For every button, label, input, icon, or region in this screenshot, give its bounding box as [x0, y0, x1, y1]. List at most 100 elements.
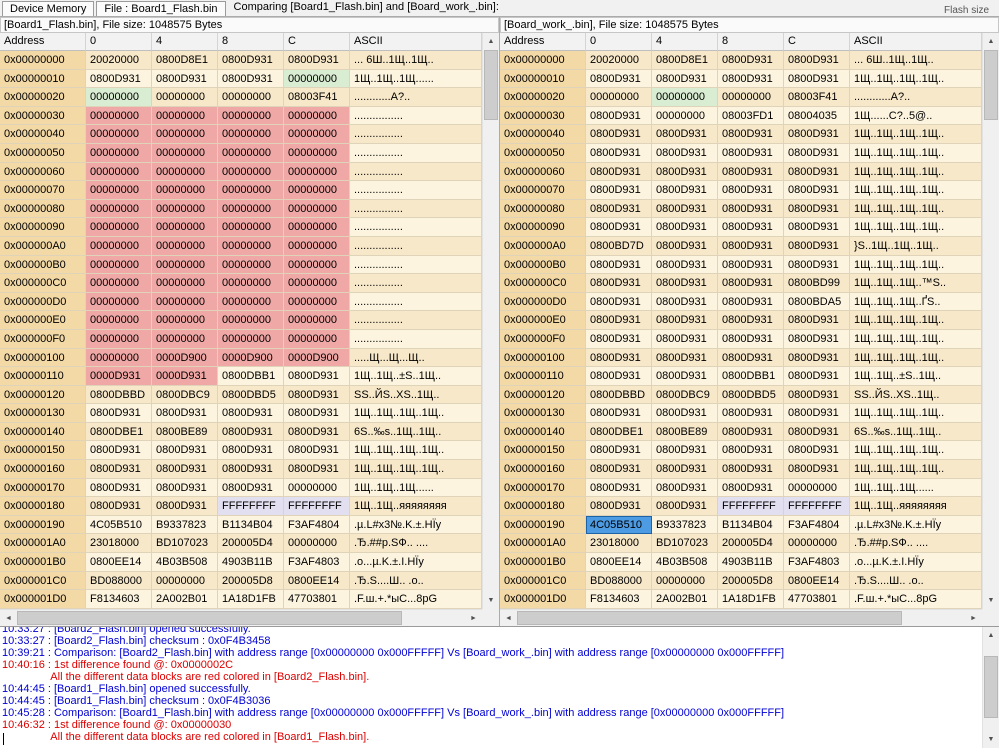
hex-cell[interactable]: 0800EE14: [784, 572, 850, 591]
hex-cell[interactable]: 0800D931: [718, 479, 784, 498]
hex-cell[interactable]: 0800D931: [652, 441, 718, 460]
hex-cell[interactable]: 0800D931: [652, 311, 718, 330]
hex-cell[interactable]: 00000000: [152, 163, 218, 182]
hex-cell[interactable]: 0800D931: [586, 200, 652, 219]
tab-file-board1-flash[interactable]: File : Board1_Flash.bin: [96, 1, 225, 16]
hex-cell[interactable]: 00000000: [86, 330, 152, 349]
hex-cell[interactable]: 00000000: [284, 330, 350, 349]
hex-cell[interactable]: 0800D931: [152, 70, 218, 89]
hex-cell[interactable]: 00000000: [652, 572, 718, 591]
hex-cell[interactable]: 00000000: [284, 256, 350, 275]
hex-cell[interactable]: F3AF4804: [284, 516, 350, 535]
hex-cell[interactable]: BD088000: [586, 572, 652, 591]
log-area[interactable]: 10:33:27 : [Board2_Flash.bin] opened suc…: [0, 627, 982, 748]
hex-cell[interactable]: 0800D931: [586, 293, 652, 312]
hex-cell[interactable]: 00000000: [284, 274, 350, 293]
log-vertical-scrollbar[interactable]: [982, 627, 999, 748]
hex-cell[interactable]: 0800D931: [784, 460, 850, 479]
hex-cell[interactable]: 0800D931: [284, 386, 350, 405]
hex-cell[interactable]: 00000000: [86, 88, 152, 107]
hex-cell[interactable]: FFFFFFFF: [284, 497, 350, 516]
hex-cell[interactable]: FFFFFFFF: [718, 497, 784, 516]
hex-cell[interactable]: 0800D931: [284, 51, 350, 70]
hex-cell[interactable]: 00000000: [86, 349, 152, 368]
hex-cell[interactable]: 0800DBC9: [652, 386, 718, 405]
hex-cell[interactable]: 00000000: [284, 311, 350, 330]
hex-cell[interactable]: B9337823: [652, 516, 718, 535]
hex-cell[interactable]: 0800D931: [784, 125, 850, 144]
hex-cell[interactable]: 00000000: [218, 237, 284, 256]
hex-cell[interactable]: 0800D931: [586, 163, 652, 182]
hex-cell[interactable]: 00000000: [718, 88, 784, 107]
hex-cell[interactable]: 00000000: [284, 181, 350, 200]
hex-cell[interactable]: 4B03B508: [652, 553, 718, 572]
hex-cell[interactable]: 0800D931: [652, 479, 718, 498]
hex-cell[interactable]: 0800D931: [652, 181, 718, 200]
hex-cell[interactable]: 00000000: [86, 144, 152, 163]
hex-cell[interactable]: B1134B04: [218, 516, 284, 535]
scroll-down-icon[interactable]: [483, 592, 499, 609]
hex-cell[interactable]: 00000000: [152, 256, 218, 275]
hex-cell[interactable]: 0800D931: [652, 125, 718, 144]
scroll-up-icon[interactable]: [983, 33, 999, 50]
hex-cell[interactable]: 08003F41: [284, 88, 350, 107]
hex-cell[interactable]: 2A002B01: [652, 590, 718, 609]
hex-cell[interactable]: BD107023: [152, 534, 218, 553]
hex-cell[interactable]: 0000D931: [86, 367, 152, 386]
vertical-scrollbar-right[interactable]: [982, 33, 999, 609]
scroll-left-icon[interactable]: [0, 610, 17, 626]
hex-cell[interactable]: 0800D931: [586, 70, 652, 89]
hex-cell[interactable]: 0800D931: [784, 423, 850, 442]
hex-cell[interactable]: 0800BD7D: [586, 237, 652, 256]
hex-cell[interactable]: 00000000: [152, 144, 218, 163]
hex-cell[interactable]: 00000000: [218, 256, 284, 275]
hex-cell[interactable]: 0800D931: [652, 460, 718, 479]
hex-cell[interactable]: 00000000: [652, 88, 718, 107]
hex-cell[interactable]: 0800D931: [652, 218, 718, 237]
hex-cell[interactable]: F3AF4804: [784, 516, 850, 535]
hex-cell[interactable]: 47703801: [284, 590, 350, 609]
hex-cell[interactable]: 4C05B510: [586, 516, 652, 535]
hex-cell[interactable]: 0800D931: [784, 330, 850, 349]
scroll-right-icon[interactable]: [465, 610, 482, 626]
hex-cell[interactable]: 0800D931: [284, 441, 350, 460]
hex-cell[interactable]: 2A002B01: [152, 590, 218, 609]
hex-cell[interactable]: 00000000: [284, 218, 350, 237]
hex-cell[interactable]: 0800D931: [586, 330, 652, 349]
hex-cell[interactable]: 0800D931: [586, 256, 652, 275]
scrollbar-thumb[interactable]: [517, 611, 902, 625]
hex-cell[interactable]: 00000000: [784, 534, 850, 553]
hex-cell[interactable]: 200005D4: [218, 534, 284, 553]
hex-cell[interactable]: 0800D8E1: [152, 51, 218, 70]
hex-cell[interactable]: 0800D931: [284, 367, 350, 386]
hex-cell[interactable]: 0800D931: [784, 349, 850, 368]
hex-cell[interactable]: 08004035: [784, 107, 850, 126]
hex-cell[interactable]: 00000000: [218, 218, 284, 237]
scrollbar-thumb[interactable]: [984, 50, 998, 120]
hex-cell[interactable]: 00000000: [86, 163, 152, 182]
hex-cell[interactable]: 00000000: [284, 107, 350, 126]
hex-cell[interactable]: 00000000: [86, 237, 152, 256]
hex-cell[interactable]: 4903B11B: [718, 553, 784, 572]
hex-cell[interactable]: 0800D931: [784, 256, 850, 275]
hex-cell[interactable]: 0800D931: [718, 311, 784, 330]
hex-cell[interactable]: 0800D931: [586, 367, 652, 386]
hex-cell[interactable]: 0800D931: [784, 237, 850, 256]
hex-cell[interactable]: 00000000: [586, 88, 652, 107]
hex-cell[interactable]: 0800D931: [718, 181, 784, 200]
hex-cell[interactable]: 0800D931: [784, 144, 850, 163]
hex-cell[interactable]: 0800D931: [586, 274, 652, 293]
hex-cell[interactable]: 0800D931: [718, 330, 784, 349]
scrollbar-track[interactable]: [517, 610, 965, 626]
horizontal-scrollbar-right[interactable]: [500, 609, 982, 626]
hex-cell[interactable]: 00000000: [652, 107, 718, 126]
hex-cell[interactable]: 00000000: [86, 311, 152, 330]
hex-cell[interactable]: 00000000: [284, 200, 350, 219]
hex-cell[interactable]: 0800D931: [718, 460, 784, 479]
hex-cell[interactable]: 0800DBE1: [86, 423, 152, 442]
horizontal-scrollbar-left[interactable]: [0, 609, 482, 626]
hex-cell[interactable]: 0800D931: [586, 125, 652, 144]
hex-cell[interactable]: 0800D931: [86, 479, 152, 498]
hex-cell[interactable]: 20020000: [86, 51, 152, 70]
hex-cell[interactable]: 0800D931: [586, 497, 652, 516]
